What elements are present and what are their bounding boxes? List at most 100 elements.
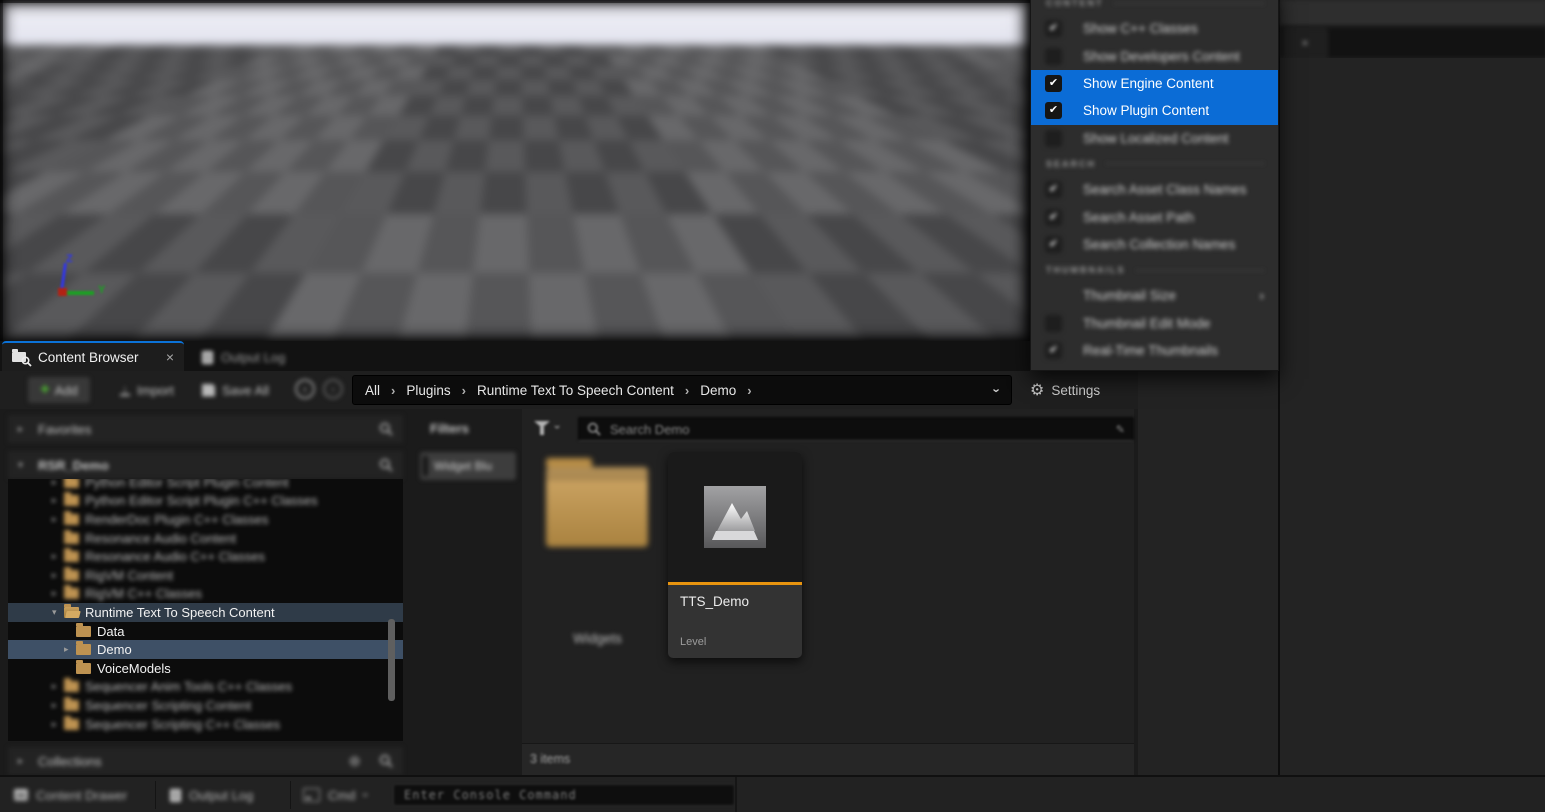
menu-item-show-developers-content[interactable]: Show Developers Content — [1031, 42, 1278, 69]
filter-funnel-icon[interactable] — [534, 421, 550, 435]
collections-header[interactable]: ▸ Collections ⊕ — [8, 747, 403, 775]
checkbox[interactable]: ✔ — [1045, 209, 1062, 226]
tree-item[interactable]: ▸ Sequencer Scripting C++ Classes — [8, 715, 403, 734]
breadcrumb-item-all[interactable]: All — [365, 383, 380, 398]
console-command-input[interactable] — [402, 787, 726, 803]
expand-arrow-icon[interactable]: ▸ — [52, 570, 64, 581]
tree-scrollbar[interactable] — [388, 619, 395, 701]
menu-item-thumbnail-edit-mode[interactable]: Thumbnail Edit Mode — [1031, 310, 1278, 337]
asset-view-footer: 3 items — [522, 743, 1134, 776]
content-drawer-button[interactable]: Content Drawer — [14, 785, 127, 805]
checkbox[interactable]: ✔ — [1045, 181, 1062, 198]
checkbox[interactable]: ✔ — [1045, 342, 1062, 359]
tree-item[interactable]: ▸ RigVM Content — [8, 566, 403, 585]
back-icon: ‹ — [303, 383, 307, 395]
chevron-down-icon: › — [359, 793, 371, 797]
expand-arrow-icon[interactable]: ▸ — [52, 495, 64, 506]
checkbox[interactable] — [1045, 315, 1062, 332]
tab-output-log[interactable]: Output Log — [194, 343, 330, 371]
settings-button[interactable]: ⚙ Settings — [1030, 376, 1100, 404]
tree-item[interactable]: ▸ Python Editor Script Plugin C++ Classe… — [8, 492, 403, 511]
tree-item[interactable]: ▸ Python Editor Script Plugin Content — [8, 479, 403, 492]
tree-item-data[interactable]: Data — [8, 622, 403, 641]
expand-arrow-icon[interactable]: ▸ — [64, 644, 76, 655]
menu-item-show-cpp-classes[interactable]: ✔ Show C++ Classes — [1031, 15, 1278, 42]
expand-arrow-icon[interactable]: ▸ — [52, 588, 64, 599]
tree-item-demo[interactable]: ▸ Demo — [8, 640, 403, 659]
tree-item[interactable]: ▸ RigVM C++ Classes — [8, 585, 403, 604]
tree-item[interactable]: ▸ Sequencer Anim Tools C++ Classes — [8, 678, 403, 697]
tree-item-voicemodels[interactable]: VoiceModels — [8, 659, 403, 678]
cmd-dropdown[interactable]: Cmd › — [303, 785, 367, 805]
favorites-header[interactable]: ▸ Favorites — [8, 415, 403, 443]
menu-item-search-asset-path[interactable]: ✔ Search Asset Path — [1031, 203, 1278, 230]
widgets-folder-tile[interactable] — [546, 467, 648, 547]
asset-search[interactable]: ✎ — [578, 417, 1134, 441]
pencil-icon: ✎ — [1116, 423, 1125, 436]
folder-icon — [64, 533, 79, 544]
import-button[interactable]: ↓ Import — [120, 377, 174, 403]
level-viewport[interactable]: Z Y — [0, 0, 1030, 341]
close-icon[interactable]: × — [1301, 36, 1308, 50]
close-icon[interactable]: × — [166, 349, 174, 365]
tree-item[interactable]: ▸ Resonance Audio C++ Classes — [8, 547, 403, 566]
checkbox[interactable] — [1045, 130, 1062, 147]
menu-item-show-plugin-content[interactable]: ✔ Show Plugin Content — [1031, 97, 1278, 124]
menu-item-thumbnail-size[interactable]: Thumbnail Size › — [1031, 282, 1278, 309]
project-root-header[interactable]: ▾ RSR_Demo — [8, 451, 403, 479]
level-mountain-icon — [704, 486, 766, 548]
checkbox[interactable]: ✔ — [1045, 20, 1062, 37]
expand-arrow-icon[interactable]: ▸ — [18, 756, 30, 767]
add-collection-icon[interactable]: ⊕ — [348, 752, 361, 770]
expand-arrow-icon[interactable]: ▸ — [52, 551, 64, 562]
checkbox[interactable]: ✔ — [1045, 75, 1062, 92]
check-icon: ✔ — [1049, 184, 1058, 195]
expand-arrow-icon[interactable]: ▸ — [52, 514, 64, 525]
tree-item[interactable]: Resonance Audio Content — [8, 529, 403, 548]
add-button[interactable]: + Add — [28, 377, 90, 403]
expand-arrow-icon[interactable]: ▸ — [52, 700, 64, 711]
tree-item[interactable]: ▸ RenderDoc Plugin C++ Classes — [8, 510, 403, 529]
asset-search-input[interactable] — [608, 421, 1109, 438]
menu-item-show-localized-content[interactable]: Show Localized Content — [1031, 125, 1278, 152]
chevron-right-icon: › — [1260, 288, 1264, 303]
save-all-button[interactable]: Save All — [202, 377, 269, 403]
expand-arrow-icon[interactable]: ▸ — [52, 719, 64, 730]
forward-button[interactable]: › — [323, 379, 343, 399]
chevron-down-icon[interactable]: › — [551, 425, 563, 429]
console-command-bar[interactable] — [393, 784, 735, 806]
tab-content-browser[interactable]: Content Browser × — [2, 341, 184, 371]
checkbox[interactable]: ✔ — [1045, 102, 1062, 119]
right-panel-titlebar — [1280, 0, 1545, 28]
search-icon[interactable] — [379, 458, 393, 472]
filter-chip-widget-blueprint[interactable]: Widget Blu — [420, 452, 516, 480]
breadcrumb-item-runtime-tts[interactable]: Runtime Text To Speech Content — [477, 383, 674, 398]
back-button[interactable]: ‹ — [295, 379, 315, 399]
folder-icon — [64, 514, 79, 525]
breadcrumb[interactable]: All › Plugins › Runtime Text To Speech C… — [352, 375, 1012, 405]
expand-arrow-icon[interactable]: ▸ — [18, 424, 30, 435]
expand-arrow-icon[interactable]: ▸ — [52, 479, 64, 488]
search-icon[interactable] — [379, 754, 393, 768]
collapse-arrow-icon[interactable]: ▾ — [52, 607, 64, 618]
y-axis-label: Y — [98, 284, 105, 296]
breadcrumb-item-demo[interactable]: Demo — [700, 383, 736, 398]
asset-card-tts-demo[interactable]: TTS_Demo Level — [668, 452, 802, 658]
menu-item-search-asset-class-names[interactable]: ✔ Search Asset Class Names — [1031, 176, 1278, 203]
breadcrumb-item-plugins[interactable]: Plugins — [406, 383, 450, 398]
expand-arrow-icon[interactable]: ▸ — [52, 681, 64, 692]
tree-item-runtime-tts-content[interactable]: ▾ Runtime Text To Speech Content — [8, 603, 403, 622]
menu-item-search-collection-names[interactable]: ✔ Search Collection Names — [1031, 231, 1278, 258]
tree-item[interactable]: ▸ Sequencer Scripting Content — [8, 696, 403, 715]
viewport-sky — [0, 0, 1030, 48]
menu-item-show-engine-content[interactable]: ✔ Show Engine Content — [1031, 70, 1278, 97]
content-browser-tabwell: Content Browser × Output Log — [0, 341, 1138, 372]
checkbox[interactable] — [1045, 48, 1062, 65]
menu-item-real-time-thumbnails[interactable]: ✔ Real-Time Thumbnails — [1031, 337, 1278, 364]
output-log-button[interactable]: Output Log — [170, 785, 253, 805]
chevron-down-icon[interactable]: › — [989, 388, 1004, 392]
search-icon[interactable] — [379, 422, 393, 436]
right-panel-tab[interactable]: × — [1282, 28, 1328, 58]
collapse-arrow-icon[interactable]: ▾ — [18, 460, 30, 471]
checkbox[interactable]: ✔ — [1045, 236, 1062, 253]
